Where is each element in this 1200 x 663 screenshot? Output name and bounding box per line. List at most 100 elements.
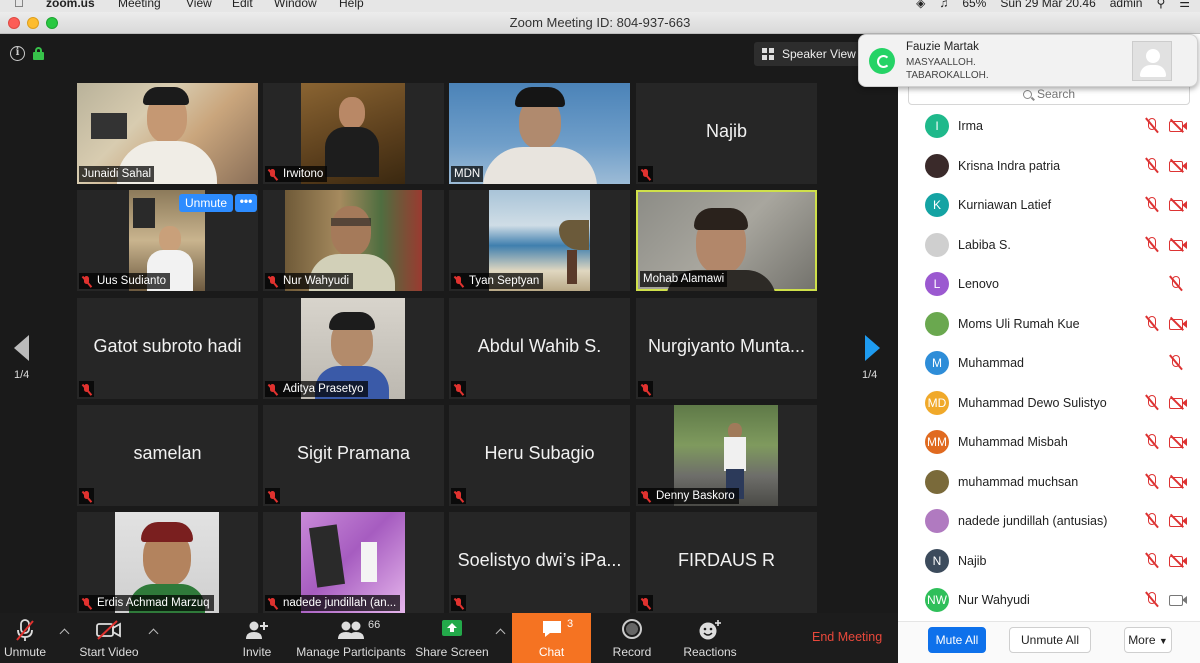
participant-row[interactable]: M Muhammad bbox=[898, 344, 1200, 383]
notification-center-icon[interactable]: ☰ bbox=[1179, 0, 1190, 9]
participant-row[interactable]: Moms Uli Rumah Kue bbox=[898, 305, 1200, 344]
more-button[interactable]: More ▼ bbox=[1124, 627, 1172, 653]
whatsapp-notification[interactable]: Fauzie Martak MASYAALLOH. TABAROKALLOH. bbox=[858, 34, 1198, 87]
video-off-icon[interactable] bbox=[1169, 317, 1187, 330]
muted-mic-icon[interactable] bbox=[1145, 157, 1157, 174]
participant-row[interactable]: Labiba S. bbox=[898, 226, 1200, 265]
participant-name: Najib bbox=[958, 553, 987, 568]
video-off-icon[interactable] bbox=[1169, 119, 1187, 132]
video-tile[interactable]: samelan bbox=[77, 405, 258, 506]
share-options-chevron-icon[interactable] bbox=[495, 628, 506, 639]
participant-name-label: Nur Wahyudi bbox=[265, 273, 354, 289]
encryption-lock-icon[interactable] bbox=[33, 47, 44, 60]
unmute-participant-button[interactable]: Unmute bbox=[179, 194, 234, 212]
muted-mic-icon[interactable] bbox=[1145, 473, 1157, 490]
video-off-icon[interactable] bbox=[1169, 159, 1187, 172]
video-tile[interactable]: Soelistyo dwi’s iPa... bbox=[449, 512, 630, 613]
video-off-icon[interactable] bbox=[1169, 435, 1187, 448]
audio-options-chevron-icon[interactable] bbox=[59, 628, 70, 639]
wifi-icon[interactable]: ◈ bbox=[916, 0, 925, 9]
menu-meeting[interactable]: Meeting bbox=[118, 0, 161, 9]
clock[interactable]: Sun 29 Mar 20.46 bbox=[1000, 0, 1095, 9]
previous-page-arrow-icon[interactable] bbox=[14, 335, 29, 361]
participant-row[interactable]: N Najib bbox=[898, 542, 1200, 581]
battery-percent[interactable]: 65% bbox=[962, 0, 986, 9]
share-screen-icon bbox=[442, 620, 462, 636]
participant-row[interactable]: K Kurniawan Latief bbox=[898, 186, 1200, 225]
muted-mic-icon[interactable] bbox=[1145, 394, 1157, 411]
video-off-icon[interactable] bbox=[1169, 554, 1187, 567]
record-button[interactable]: Record bbox=[606, 613, 658, 663]
unmute-all-button[interactable]: Unmute All bbox=[1009, 627, 1091, 653]
video-tile[interactable]: Tyan Septyan bbox=[449, 190, 630, 291]
chat-button[interactable]: 3 Chat bbox=[512, 613, 591, 663]
muted-mic-icon[interactable] bbox=[1145, 434, 1157, 450]
muted-mic-icon[interactable] bbox=[1145, 592, 1157, 608]
participant-row[interactable]: L Lenovo bbox=[898, 265, 1200, 304]
manage-participants-button[interactable]: 66 Manage Participants bbox=[296, 613, 406, 663]
participant-row[interactable]: Krisna Indra patria bbox=[898, 147, 1200, 186]
meeting-info-icon[interactable]: i bbox=[10, 46, 25, 61]
participant-name: Soelistyo dwi’s iPa... bbox=[457, 550, 622, 570]
video-tile-active-speaker[interactable]: Mohab Alamawi bbox=[636, 190, 817, 291]
video-tile[interactable]: Unmute ••• Uus Sudianto bbox=[77, 190, 258, 291]
video-tile[interactable]: nadede jundillah (an... bbox=[263, 512, 444, 613]
speaker-view-button[interactable]: Speaker View bbox=[754, 42, 864, 66]
video-tile[interactable]: Aditya Prasetyo bbox=[263, 298, 444, 399]
video-off-icon[interactable] bbox=[1169, 514, 1187, 527]
video-off-icon[interactable] bbox=[1169, 396, 1187, 409]
video-tile[interactable]: Erdis Achmad Marzuq bbox=[77, 512, 258, 613]
video-tile[interactable]: FIRDAUS R bbox=[636, 512, 817, 613]
video-tile[interactable]: Nurgiyanto Munta... bbox=[636, 298, 817, 399]
video-tile[interactable]: Junaidi Sahal bbox=[77, 83, 258, 184]
muted-mic-icon[interactable] bbox=[1145, 513, 1157, 529]
video-tile[interactable]: Denny Baskoro bbox=[636, 405, 817, 506]
end-meeting-button[interactable]: End Meeting bbox=[812, 630, 882, 644]
video-camera-icon[interactable] bbox=[1169, 593, 1187, 606]
participant-row[interactable]: muhammad muchsan bbox=[898, 463, 1200, 502]
start-video-button[interactable]: Start Video bbox=[74, 613, 144, 663]
muted-mic-icon[interactable] bbox=[1169, 276, 1181, 292]
video-off-icon[interactable] bbox=[1169, 475, 1187, 488]
video-tile[interactable]: Abdul Wahib S. bbox=[449, 298, 630, 399]
share-screen-button[interactable]: Share Screen bbox=[414, 613, 490, 663]
participant-row[interactable]: MM Muhammad Misbah bbox=[898, 423, 1200, 462]
video-tile[interactable]: Gatot subroto hadi bbox=[77, 298, 258, 399]
menu-help[interactable]: Help bbox=[339, 0, 364, 9]
unmute-button[interactable]: Unmute bbox=[0, 613, 50, 663]
video-options-chevron-icon[interactable] bbox=[148, 628, 159, 639]
spotlight-icon[interactable]: ⚲ bbox=[1156, 0, 1165, 9]
notification-line-1: MASYAALLOH. bbox=[906, 57, 976, 68]
participant-row[interactable]: I Irma bbox=[898, 107, 1200, 146]
menu-view[interactable]: View bbox=[186, 0, 212, 9]
video-off-icon[interactable] bbox=[1169, 238, 1187, 251]
more-options-button[interactable]: ••• bbox=[235, 194, 257, 212]
video-tile[interactable]: Heru Subagio bbox=[449, 405, 630, 506]
video-tile[interactable]: MDN bbox=[449, 83, 630, 184]
participant-row[interactable]: MD Muhammad Dewo Sulistyo bbox=[898, 384, 1200, 423]
reactions-button[interactable]: Reactions bbox=[678, 613, 742, 663]
volume-icon[interactable]: ♫ bbox=[939, 0, 948, 9]
muted-mic-icon[interactable] bbox=[1145, 118, 1157, 134]
video-tile[interactable]: Irwitono bbox=[263, 83, 444, 184]
muted-mic-icon[interactable] bbox=[1145, 315, 1157, 332]
video-off-icon[interactable] bbox=[1169, 198, 1187, 211]
menu-edit[interactable]: Edit bbox=[232, 0, 253, 9]
muted-mic-icon[interactable] bbox=[1169, 355, 1181, 371]
participant-row[interactable]: nadede jundillah (antusias) bbox=[898, 502, 1200, 541]
muted-mic-icon[interactable] bbox=[1145, 236, 1157, 253]
muted-mic-icon[interactable] bbox=[1145, 552, 1157, 569]
page-indicator-left: 1/4 bbox=[14, 369, 30, 381]
user-name[interactable]: admin bbox=[1110, 0, 1143, 9]
participant-row[interactable]: NW Nur Wahyudi bbox=[898, 581, 1200, 620]
menu-app[interactable]: zoom.us bbox=[46, 0, 95, 9]
apple-icon[interactable]:  bbox=[14, 0, 24, 9]
invite-button[interactable]: Invite bbox=[232, 613, 282, 663]
next-page-arrow-icon[interactable] bbox=[865, 335, 880, 361]
mute-all-button[interactable]: Mute All bbox=[928, 627, 986, 653]
menu-window[interactable]: Window bbox=[274, 0, 317, 9]
video-tile[interactable]: Nur Wahyudi bbox=[263, 190, 444, 291]
video-tile[interactable]: Najib bbox=[636, 83, 817, 184]
muted-mic-icon[interactable] bbox=[1145, 197, 1157, 213]
video-tile[interactable]: Sigit Pramana bbox=[263, 405, 444, 506]
